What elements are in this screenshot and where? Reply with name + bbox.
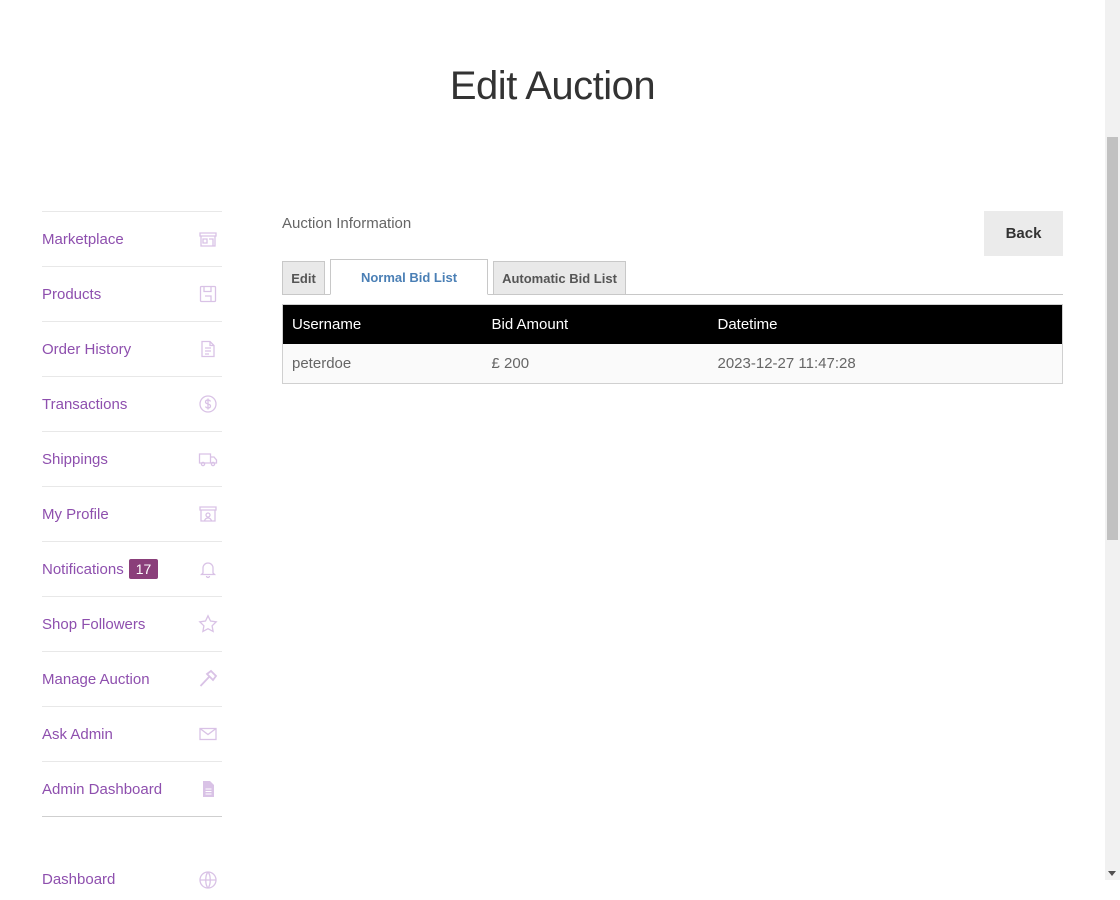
account-sidebar: Marketplace Products Order History Trans… — [42, 211, 222, 817]
storefront-icon — [198, 229, 218, 249]
sidebar-item-label: Order History — [42, 340, 132, 358]
notification-count-badge: 17 — [128, 559, 159, 579]
column-header-username: Username — [282, 304, 483, 344]
sidebar-item-my-profile[interactable]: My Profile — [42, 487, 222, 542]
document-icon — [198, 339, 218, 359]
sidebar-item-order-history[interactable]: Order History — [42, 322, 222, 377]
page-title: Edit Auction — [449, 64, 656, 108]
sidebar-item-manage-auction[interactable]: Manage Auction — [42, 652, 222, 707]
sidebar-item-admin-dashboard[interactable]: Admin Dashboard — [42, 762, 222, 817]
sidebar-item-label: Admin Dashboard — [42, 780, 163, 798]
bid-table: Username Bid Amount Datetime peterdoe £ … — [282, 304, 1063, 384]
sidebar-item-marketplace[interactable]: Marketplace — [42, 212, 222, 267]
section-label: Auction Information — [282, 215, 412, 232]
scrollbar-thumb[interactable] — [1107, 137, 1118, 540]
tab-automatic-bid-list[interactable]: Automatic Bid List — [493, 261, 626, 295]
sidebar-item-shop-followers[interactable]: Shop Followers — [42, 597, 222, 652]
floppy-icon — [198, 284, 218, 304]
cell-datetime: 2023-12-27 11:47:28 — [708, 343, 1063, 383]
sidebar-item-label: Marketplace — [42, 230, 124, 248]
sidebar-item-label: Shippings — [42, 450, 108, 468]
column-header-datetime: Datetime — [708, 304, 1063, 344]
star-icon — [198, 614, 218, 634]
sidebar-item-label: Manage Auction — [42, 670, 150, 688]
back-button[interactable]: Back — [984, 211, 1063, 256]
sidebar-item-label: Products — [42, 285, 102, 303]
truck-icon — [198, 449, 218, 469]
globe-icon — [198, 870, 218, 890]
file-icon — [198, 779, 218, 799]
notifications-label: Notifications — [42, 560, 124, 578]
sidebar-item-shippings[interactable]: Shippings — [42, 432, 222, 487]
page-scrollbar[interactable] — [1105, 0, 1120, 880]
sidebar-item-label: Ask Admin — [42, 725, 113, 743]
profile-icon — [198, 504, 218, 524]
tab-normal-bid-list[interactable]: Normal Bid List — [330, 259, 488, 295]
dollar-icon — [198, 394, 218, 414]
table-header-row: Username Bid Amount Datetime — [282, 304, 1063, 344]
sidebar-item-label: Transactions — [42, 395, 128, 413]
table-row: peterdoe £ 200 2023-12-27 11:47:28 — [282, 343, 1063, 383]
sidebar-item-label: My Profile — [42, 505, 109, 523]
scroll-down-arrow-icon[interactable] — [1108, 871, 1116, 876]
sidebar-item-label: Shop Followers — [42, 615, 146, 633]
sidebar-item-dashboard[interactable]: Dashboard — [42, 870, 222, 900]
sidebar-item-products[interactable]: Products — [42, 267, 222, 322]
bid-tabs: Edit Normal Bid List Automatic Bid List — [282, 258, 1063, 295]
sidebar-item-notifications[interactable]: Notifications 17 — [42, 542, 222, 597]
envelope-icon — [198, 724, 218, 744]
tab-edit[interactable]: Edit — [282, 261, 325, 295]
cell-bid-amount: £ 200 — [482, 343, 709, 383]
sidebar-item-transactions[interactable]: Transactions — [42, 377, 222, 432]
column-header-bid-amount: Bid Amount — [482, 304, 709, 344]
bell-icon — [198, 559, 218, 579]
hammer-icon — [198, 669, 218, 689]
sidebar-item-label: Notifications 17 — [42, 559, 159, 579]
cell-username: peterdoe — [282, 343, 483, 383]
sidebar-item-ask-admin[interactable]: Ask Admin — [42, 707, 222, 762]
